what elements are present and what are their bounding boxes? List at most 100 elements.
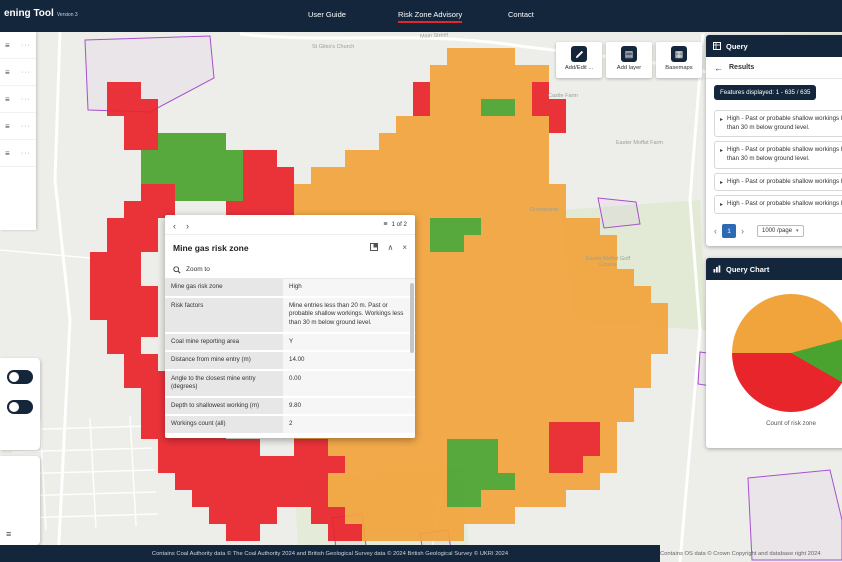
basemaps-button[interactable]: ▦ Basemaps	[656, 42, 702, 78]
ellipsis-icon[interactable]: ···	[21, 96, 31, 103]
os-attribution-text: Contains OS data © Crown Copyright and d…	[660, 551, 821, 557]
row-label: Workings count (all)	[165, 416, 283, 433]
query-icon	[713, 42, 721, 50]
ellipsis-icon[interactable]: ···	[21, 150, 31, 157]
row-label: Depth to shallowest working (m)	[165, 398, 283, 415]
add-edit-button[interactable]: Add/Edit ...	[556, 42, 602, 78]
chevron-left-icon[interactable]: ‹	[714, 226, 717, 236]
row-label: Risk factors	[165, 298, 283, 332]
tool-label: Add/Edit ...	[565, 65, 593, 71]
list-icon: ≡	[383, 221, 387, 228]
map-label: Castle Farm	[548, 93, 578, 99]
row-value: High	[283, 279, 415, 296]
result-label: High - Past or probable shallow workings…	[727, 200, 842, 209]
features-displayed-badge: Features displayed: 1 - 635 / 635	[714, 85, 816, 100]
nav-risk-zone-advisory[interactable]: Risk Zone Advisory	[398, 10, 462, 23]
table-row: Workings count (all)2	[165, 416, 415, 433]
page-indicator: 1 of 2	[392, 221, 407, 228]
layer-toggle[interactable]	[7, 370, 33, 384]
popup-title: Mine gas risk zone	[173, 243, 370, 253]
popup-scrollbar[interactable]	[410, 283, 414, 353]
result-label: High - Past or probable shallow workings…	[727, 146, 842, 163]
row-value: 14.00	[283, 352, 415, 369]
layer-row[interactable]: ≡···	[0, 59, 36, 86]
results-list: ▸ High - Past or probable shallow workin…	[706, 110, 842, 214]
query-panel-header: Query	[706, 35, 842, 57]
legend-icon[interactable]: ≡	[6, 529, 11, 539]
back-arrow-icon[interactable]: ←	[714, 63, 723, 73]
results-header: ← Results	[706, 57, 842, 79]
row-value: 2	[283, 416, 415, 433]
chevron-right-icon: ▸	[720, 179, 723, 187]
row-label: Distance from mine entry (m)	[165, 352, 283, 369]
page-number-button[interactable]: 1	[722, 224, 736, 238]
result-item[interactable]: ▸ High - Past or probable shallow workin…	[714, 141, 842, 168]
chevron-right-icon[interactable]: ›	[741, 226, 744, 236]
pie-chart-caption: Count of risk zone	[706, 420, 842, 427]
page-size-value: 1000 /page	[762, 228, 792, 234]
zoom-to-label: Zoom to	[186, 266, 210, 273]
layer-row[interactable]: ≡···	[0, 86, 36, 113]
nav-user-guide[interactable]: User Guide	[308, 10, 346, 19]
attribution-text: Contains Coal Authority data © The Coal …	[152, 551, 508, 557]
attribution-bar: Contains Coal Authority data © The Coal …	[0, 545, 660, 562]
zoom-to-link[interactable]: Zoom to	[165, 261, 415, 279]
popup-pager: ‹ › ≡ 1 of 2	[165, 215, 415, 235]
table-row: Depth to shallowest working (m)9.80	[165, 398, 415, 415]
pagination: ‹ 1 › 1000 /page ▾	[706, 218, 842, 246]
close-icon[interactable]: ×	[402, 244, 407, 252]
row-label: Mine gas risk zone	[165, 279, 283, 296]
layer-row[interactable]: ≡ ···	[0, 32, 36, 59]
map-label: Easter Moffat Golf Course	[580, 256, 636, 268]
toggle-knob	[9, 372, 19, 382]
dock-icon[interactable]	[370, 243, 378, 253]
toggle-knob	[9, 402, 19, 412]
legend-icon: ≡	[5, 149, 10, 158]
result-label: High - Past or probable shallow workings…	[727, 178, 842, 187]
layer-row[interactable]: ≡ ···	[0, 113, 36, 140]
page-size-select[interactable]: 1000 /page ▾	[757, 225, 804, 237]
table-row: Coal mine reporting areaY	[165, 334, 415, 351]
layer-list-panel: ≡··· ≡··· ≡··· ≡··· ≡···	[0, 32, 36, 230]
magnifier-icon	[173, 266, 181, 274]
chevron-down-icon: ▾	[796, 228, 799, 234]
tool-label: Basemaps	[665, 65, 692, 71]
bar-chart-icon	[713, 265, 721, 273]
collapse-icon[interactable]: ∧	[387, 244, 393, 252]
table-row: Distance from mine entry (m)14.00	[165, 352, 415, 369]
result-item[interactable]: ▸ High - Past or probable shallow workin…	[714, 195, 842, 214]
layer-toggle[interactable]	[7, 400, 33, 414]
map-toolbar: Add/Edit ... ▤ Add layer ▦ Basemaps	[556, 42, 702, 78]
tool-label: Add layer	[617, 65, 642, 71]
legend-icon: ≡	[5, 41, 10, 50]
add-layer-button[interactable]: ▤ Add layer	[606, 42, 652, 78]
result-item[interactable]: ▸ High - Past or probable shallow workin…	[714, 173, 842, 192]
map-label: Greenyards	[530, 207, 559, 213]
row-value: 9.80	[283, 398, 415, 415]
query-chart-header: Query Chart	[706, 258, 842, 280]
add-layer-icon: ▤	[621, 46, 637, 62]
map-label: Easter Moffat Farm	[616, 140, 663, 146]
chevron-right-icon: ▸	[720, 116, 723, 132]
row-value: 0.00	[283, 371, 415, 396]
table-row: Mine gas risk zoneHigh	[165, 279, 415, 296]
chevron-right-icon: ▸	[720, 201, 723, 209]
top-nav: ening ToolVersion 3 User Guide Risk Zone…	[0, 0, 842, 32]
ellipsis-icon[interactable]: ···	[21, 123, 31, 130]
legend-panel: ≡	[0, 456, 40, 545]
app-title: ening ToolVersion 3	[4, 8, 78, 19]
result-item[interactable]: ▸ High - Past or probable shallow workin…	[714, 110, 842, 137]
ellipsis-icon[interactable]: ···	[21, 42, 31, 49]
nav-contact[interactable]: Contact	[508, 10, 534, 19]
ellipsis-icon[interactable]: ···	[21, 69, 31, 76]
legend-icon: ≡	[5, 122, 10, 131]
chevron-right-icon: ▸	[720, 147, 723, 163]
results-label: Results	[729, 64, 754, 71]
query-panel: Query ← Results Features displayed: 1 - …	[706, 35, 842, 246]
chevron-left-icon[interactable]: ‹	[173, 221, 176, 231]
layer-row[interactable]: ≡ ···	[0, 140, 36, 167]
query-panel-title: Query	[726, 42, 748, 51]
chevron-right-icon[interactable]: ›	[186, 221, 189, 231]
app-title-text: ening Tool	[4, 8, 54, 19]
table-row: Risk factorsMine entries less than 20 m.…	[165, 298, 415, 332]
